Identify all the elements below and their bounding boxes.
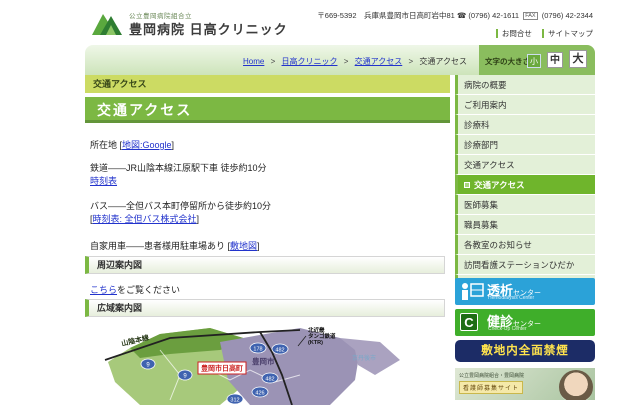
- bus-timetable-line: [時刻表: 全但バス株式会社]: [90, 212, 199, 225]
- header-links: お問合せ サイトマップ: [317, 28, 593, 39]
- dialysis-center-banner[interactable]: 透析センター Hemodialysis Center: [455, 278, 595, 305]
- sidebar-item-doctor-recruit[interactable]: 医師募集: [455, 195, 595, 215]
- google-map-link[interactable]: 地図:Google: [122, 140, 172, 150]
- sidebar-item-label: 診療科: [464, 120, 490, 130]
- car-text: 自家用車――患者様用駐車場あり: [90, 241, 228, 251]
- sidebar-item-visiting-nurse-station[interactable]: 訪問看護ステーションひだか: [455, 255, 595, 275]
- font-size-label: 文字の大きさ: [485, 56, 530, 67]
- dialysis-icon: [459, 281, 485, 301]
- nearby-suffix: をご覧ください: [117, 285, 180, 295]
- ktr-label-1: 北近畿: [308, 326, 325, 334]
- checkup-c-icon: C: [460, 313, 478, 331]
- route-shield: 426: [255, 391, 264, 397]
- sidebar-menu: 病院の概要 ご利用案内 診療科 診療部門 交通アクセス 交通アクセス 医師募集 …: [455, 75, 595, 295]
- checkup-subtitle: Check-Up Center: [488, 326, 527, 332]
- site-header: 公立豊岡病院組合立 豊岡病院 日高クリニック 〒669-5392 兵庫県豊岡市日…: [85, 0, 595, 45]
- sidebar-item-label: 診療部門: [464, 140, 498, 150]
- kochira-link[interactable]: こちら: [90, 285, 117, 295]
- route-shield: 178: [253, 347, 262, 353]
- route-shield: 482: [275, 348, 284, 354]
- location-text-close: ]: [172, 140, 175, 150]
- breadcrumb-separator: >: [271, 57, 276, 66]
- header-contact-block: 〒669-5392 兵庫県豊岡市日高町岩中81 ☎ (0796) 42-1611…: [317, 10, 593, 39]
- dialysis-subtitle: Hemodialysis Center: [488, 295, 534, 301]
- sidebar-item-class-news[interactable]: 各教室のお知らせ: [455, 235, 595, 255]
- sidebar-item-label: ご利用案内: [464, 100, 507, 110]
- sidebar-item-label: 病院の概要: [464, 80, 507, 90]
- breadcrumb-current: 交通アクセス: [419, 57, 467, 66]
- fax-number: (0796) 42-2344: [542, 11, 593, 20]
- sidebar-item-label: 各教室のお知らせ: [464, 240, 532, 250]
- page-heading: 交通アクセス: [85, 97, 450, 123]
- nurse-photo: [559, 370, 593, 400]
- nurse-recruit-banner[interactable]: 公立豊岡病院組合・豊岡病院 看護師募集サイト: [455, 368, 595, 400]
- breadcrumb-access-link[interactable]: 交通アクセス: [355, 57, 403, 66]
- header-address-line: 〒669-5392 兵庫県豊岡市日高町岩中81 ☎ (0796) 42-1611…: [317, 10, 593, 21]
- font-size-small-button[interactable]: 小: [527, 54, 541, 68]
- sitemap-link[interactable]: サイトマップ: [542, 29, 593, 38]
- sidebar-item-label: 訪問看護ステーションひだか: [464, 260, 574, 270]
- hospital-logo-icon: [91, 8, 123, 38]
- nurse-banner-org: 公立豊岡病院組合・豊岡病院: [459, 372, 524, 379]
- page-title-strip: 交通アクセス: [85, 75, 450, 93]
- sidebar-item-access[interactable]: 交通アクセス: [455, 155, 595, 175]
- site-title: 豊岡病院 日高クリニック: [129, 19, 288, 38]
- sidebar-item-staff-recruit[interactable]: 職員募集: [455, 215, 595, 235]
- font-size-large-button[interactable]: 大: [569, 50, 587, 68]
- sidebar-item-departments[interactable]: 診療科: [455, 115, 595, 135]
- font-size-medium-button[interactable]: 中: [547, 52, 563, 68]
- site-container: 公立豊岡病院組合立 豊岡病院 日高クリニック 〒669-5392 兵庫県豊岡市日…: [85, 0, 595, 400]
- breadcrumb-home-link[interactable]: Home: [243, 57, 264, 66]
- sidebar-item-label: 交通アクセス: [464, 160, 515, 170]
- sidebar-item-label: 交通アクセス: [474, 180, 525, 190]
- bracket: ]: [257, 241, 260, 251]
- sidebar-item-label: 職員募集: [464, 220, 498, 230]
- section-heading-nearby: 周辺案内図: [85, 256, 445, 274]
- breadcrumb-clinic-link[interactable]: 日高クリニック: [282, 57, 338, 66]
- rail-line: 鉄道――JR山陰本線江原駅下車 徒歩約10分: [90, 161, 267, 174]
- route-shield: 312: [230, 398, 239, 404]
- bus-timetable-link[interactable]: 時刻表: 全但バス株式会社: [93, 214, 197, 224]
- phone-number: (0796) 42-1611: [468, 11, 519, 20]
- breadcrumb-separator: >: [408, 57, 413, 66]
- ktr-label-3: (KTR): [308, 340, 323, 346]
- wide-area-map-image: 山陰本線 北近畿 タンゴ鉄道 (KTR) 9 9 178 482 482 426…: [100, 320, 440, 405]
- sidebar-item-hospital-overview[interactable]: 病院の概要: [455, 75, 595, 95]
- nurse-banner-badge: 看護師募集サイト: [459, 381, 523, 394]
- bracket: ]: [197, 214, 200, 224]
- breadcrumb: Home > 日高クリニック > 交通アクセス > 交通アクセス: [243, 56, 467, 67]
- contact-link[interactable]: お問合せ: [496, 29, 532, 38]
- bus-line: バス――全但バス本町停留所から徒歩約10分: [90, 199, 271, 212]
- location-text: 所在地 [: [90, 140, 122, 150]
- nav-bar: Home > 日高クリニック > 交通アクセス > 交通アクセス 文字の大きさ …: [85, 45, 595, 75]
- ktr-label-2: タンゴ鉄道: [308, 332, 336, 340]
- active-item-bullet-icon: [464, 182, 470, 188]
- kyotango-city-label: 京丹後市: [352, 354, 376, 362]
- postal-address: 〒669-5392 兵庫県豊岡市日高町岩中81: [317, 11, 455, 20]
- checkup-center-banner[interactable]: C 健診センター Check-Up Center: [455, 309, 595, 336]
- site-map-link[interactable]: 敷地図: [230, 241, 257, 251]
- breadcrumb-separator: >: [344, 57, 349, 66]
- sidebar-item-label: 医師募集: [464, 200, 498, 210]
- sidebar-item-medical-divisions[interactable]: 診療部門: [455, 135, 595, 155]
- route-shield: 482: [265, 377, 274, 383]
- section-heading-wide: 広域案内図: [85, 299, 445, 317]
- clinic-area-label: 豊岡市日高町: [201, 364, 243, 373]
- location-line: 所在地 [地図:Google]: [90, 138, 174, 151]
- font-size-control: 文字の大きさ 小 中 大: [479, 45, 595, 75]
- car-line: 自家用車――患者様用駐車場あり [敷地図]: [90, 239, 260, 252]
- rail-timetable-link[interactable]: 時刻表: [90, 176, 117, 186]
- fax-icon: FAX: [523, 12, 537, 20]
- no-smoking-banner: 敷地内全面禁煙: [455, 340, 595, 362]
- phone-icon: ☎: [457, 11, 466, 20]
- sidebar-item-user-guide[interactable]: ご利用案内: [455, 95, 595, 115]
- wide-area-map: 山陰本線 北近畿 タンゴ鉄道 (KTR) 9 9 178 482 482 426…: [100, 320, 440, 405]
- toyooka-city-label: 豊岡市: [252, 356, 275, 366]
- rail-timetable-line: 時刻表: [90, 174, 117, 187]
- sidebar-item-access-active[interactable]: 交通アクセス: [455, 175, 595, 195]
- nearby-link-line: こちらをご覧ください: [90, 283, 180, 296]
